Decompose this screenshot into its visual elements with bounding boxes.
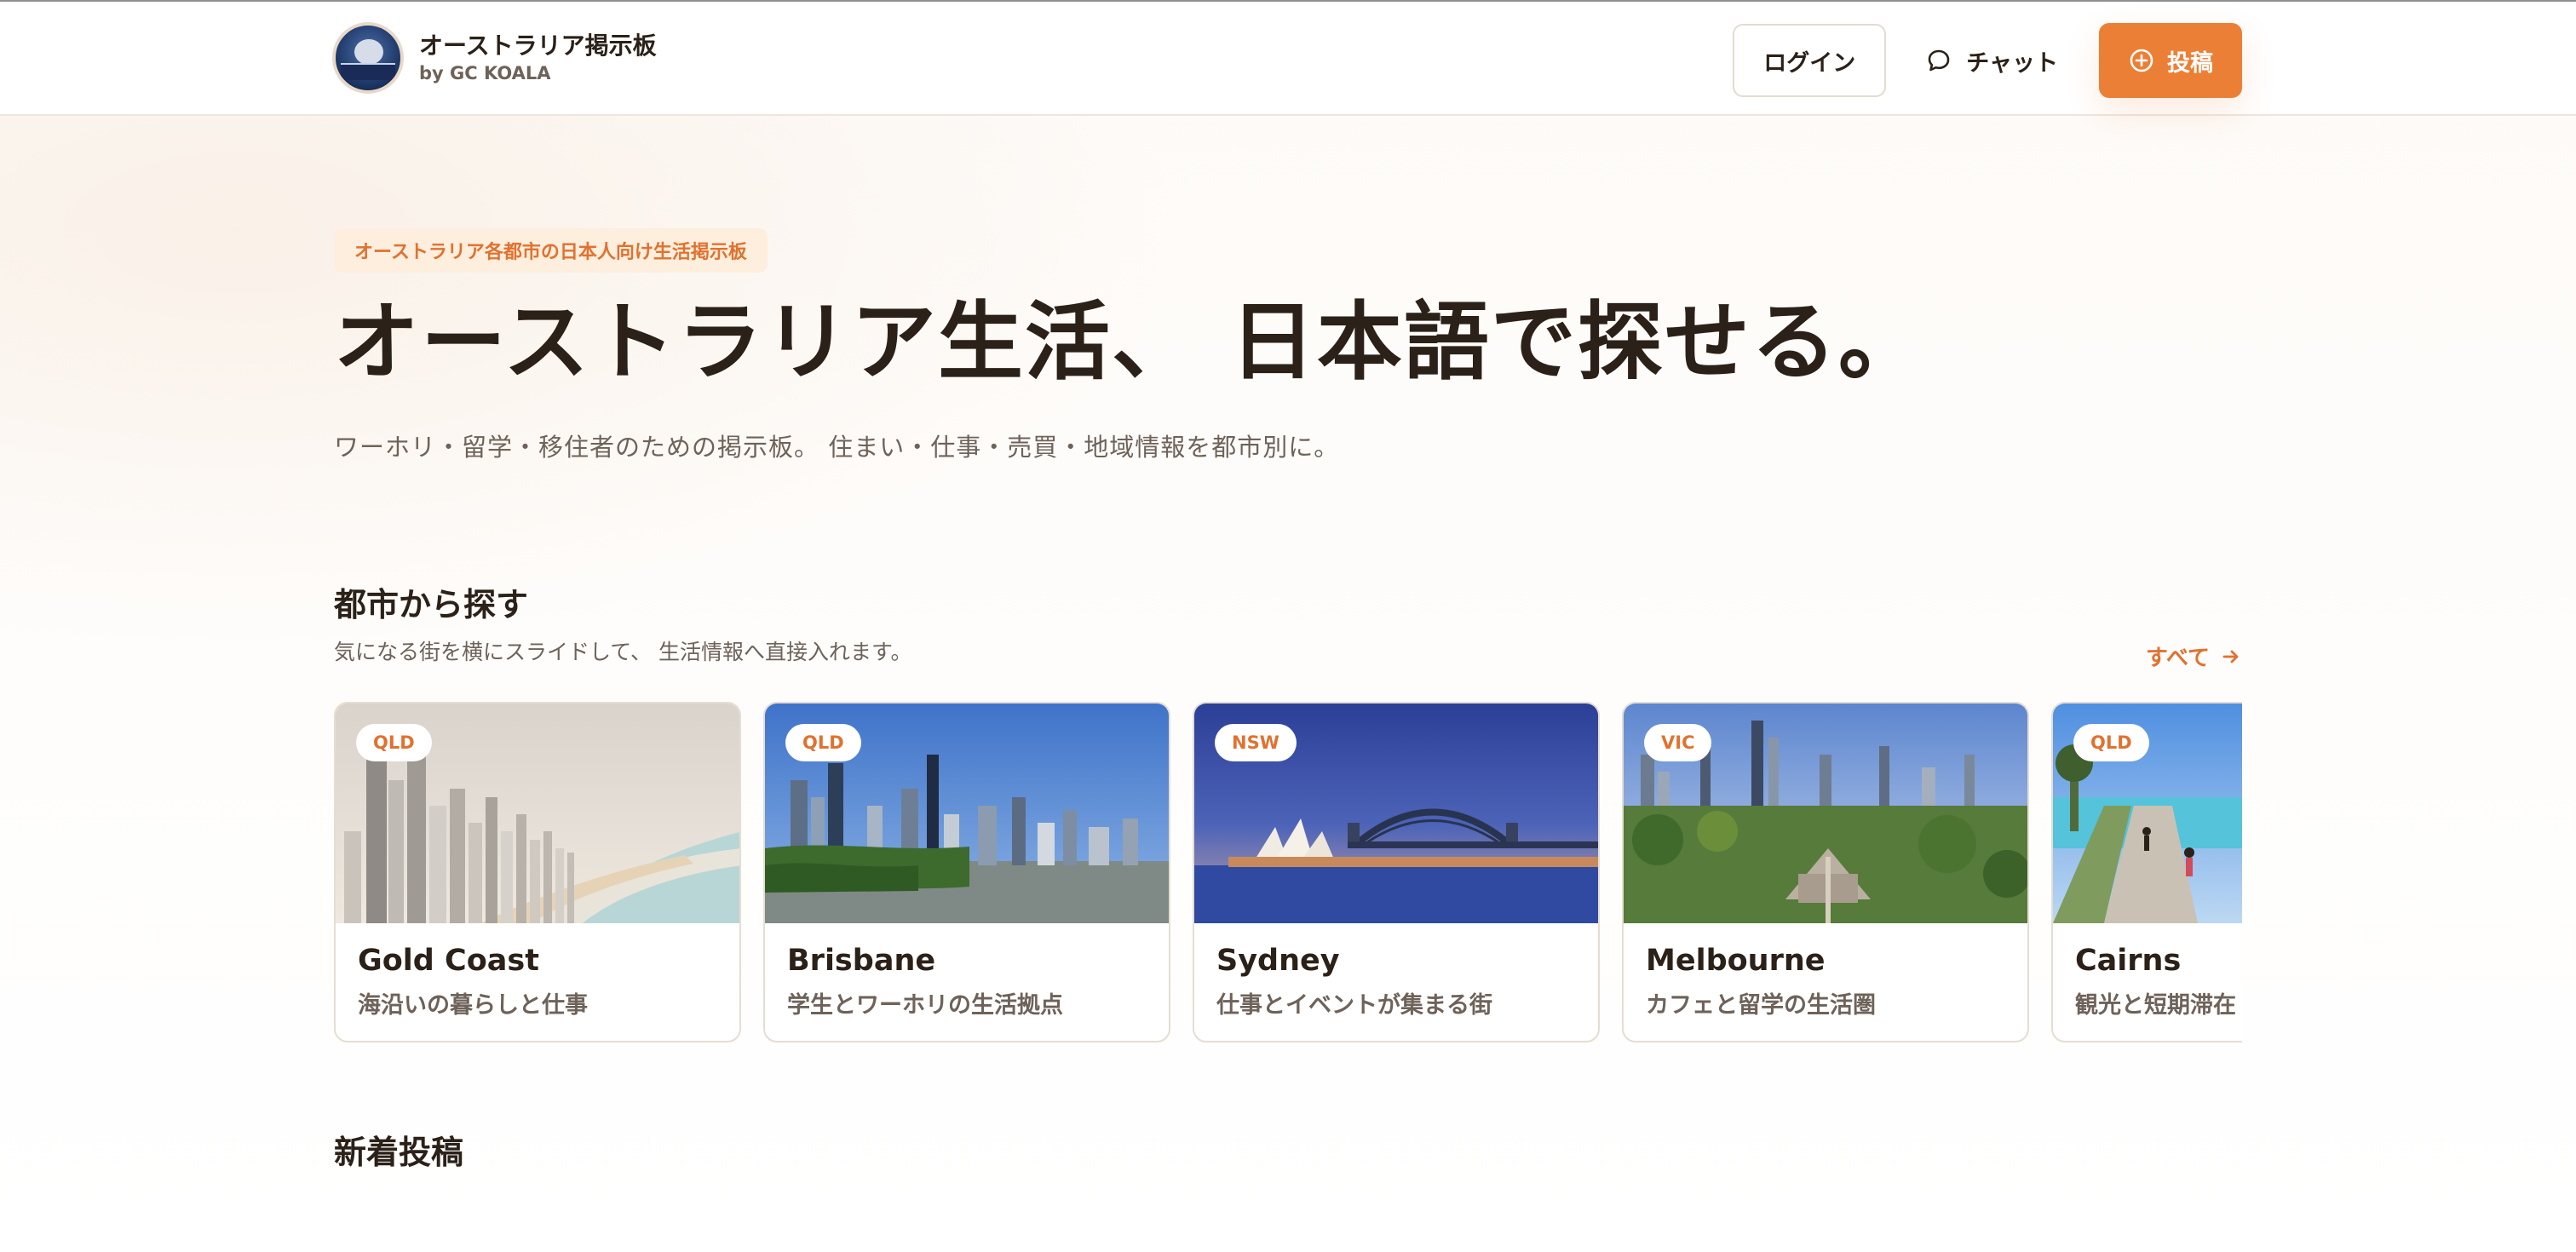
- logo-band: [341, 63, 395, 80]
- state-badge: QLD: [785, 724, 861, 761]
- state-badge: QLD: [356, 724, 432, 761]
- page: オーストラリア掲示板 by GC KOALA ログイン チャット 投稿 オースト…: [0, 0, 2576, 1252]
- plus-circle-icon: [2130, 49, 2153, 72]
- hero: オーストラリア各都市の日本人向け生活掲示板 オーストラリア生活、 日本語で探せる…: [334, 228, 1925, 463]
- city-card-body: Cairns 観光と短期滞在: [2053, 923, 2242, 1038]
- state-badge: NSW: [1215, 724, 1297, 761]
- see-all-label: すべて: [2145, 646, 2210, 671]
- city-photo-cairns: QLD: [2053, 704, 2242, 923]
- see-all-link[interactable]: すべて: [2146, 640, 2242, 672]
- chat-button[interactable]: チャット: [1925, 44, 2058, 78]
- brand-text: オーストラリア掲示板 by GC KOALA: [419, 31, 657, 85]
- city-card-list: QLD Gold Coast 海沿いの暮らしと仕事 QLD Brisbane 学…: [334, 702, 2242, 1042]
- city-description: 観光と短期滞在: [2075, 992, 2236, 1019]
- city-photo-gold-coast: QLD: [336, 704, 739, 923]
- city-description: 仕事とイベントが集まる街: [1216, 992, 1492, 1019]
- city-name: Gold Coast: [358, 944, 539, 978]
- city-card-brisbane[interactable]: QLD Brisbane 学生とワーホリの生活拠点: [763, 702, 1170, 1042]
- state-badge: VIC: [1644, 724, 1712, 761]
- latest-posts-title: 新着投稿: [334, 1134, 464, 1171]
- city-card-melbourne[interactable]: VIC Melbourne カフェと留学の生活圏: [1622, 702, 2029, 1042]
- arrow-right-icon: [2222, 650, 2239, 663]
- city-description: 海沿いの暮らしと仕事: [358, 992, 588, 1019]
- state-badge: QLD: [2073, 724, 2149, 761]
- city-carousel[interactable]: QLD Gold Coast 海沿いの暮らしと仕事 QLD Brisbane 学…: [334, 702, 2242, 1042]
- koala-logo-icon: [354, 39, 383, 65]
- city-photo-melbourne: VIC: [1624, 704, 2027, 923]
- city-name: Cairns: [2075, 944, 2182, 978]
- city-card-body: Sydney 仕事とイベントが集まる街: [1194, 923, 1598, 1038]
- city-card-body: Gold Coast 海沿いの暮らしと仕事: [336, 923, 739, 1038]
- city-photo-sydney: NSW: [1194, 704, 1598, 923]
- post-button[interactable]: 投稿: [2099, 23, 2242, 98]
- city-description: 学生とワーホリの生活拠点: [787, 992, 1063, 1019]
- hero-badge: オーストラリア各都市の日本人向け生活掲示板: [334, 228, 768, 273]
- city-card-gold-coast[interactable]: QLD Gold Coast 海沿いの暮らしと仕事: [334, 702, 741, 1042]
- city-card-cairns[interactable]: QLD Cairns 観光と短期滞在: [2051, 702, 2242, 1042]
- post-label: 投稿: [2167, 49, 2213, 77]
- city-description: カフェと留学の生活圏: [1646, 992, 1876, 1019]
- login-button[interactable]: ログイン: [1733, 24, 1887, 97]
- city-card-body: Brisbane 学生とワーホリの生活拠点: [765, 923, 1169, 1038]
- header-nav: ログイン チャット 投稿: [1733, 22, 2242, 99]
- city-name: Brisbane: [787, 944, 936, 978]
- city-section-subtitle: 気になる街を横にスライドして、 生活情報へ直接入れます。: [334, 640, 912, 664]
- city-section-header: 都市から探す 気になる街を横にスライドして、 生活情報へ直接入れます。 すべて: [334, 584, 2242, 671]
- brand-link[interactable]: オーストラリア掲示板 by GC KOALA: [332, 22, 657, 94]
- hero-title: オーストラリア生活、 日本語で探せる。: [334, 292, 1925, 392]
- chat-label: チャット: [1966, 49, 2058, 77]
- city-photo-brisbane: QLD: [765, 704, 1169, 923]
- chat-bubble-icon: [1928, 49, 1950, 72]
- top-header: オーストラリア掲示板 by GC KOALA ログイン チャット 投稿: [0, 0, 2576, 116]
- site-subtitle: by GC KOALA: [419, 63, 551, 83]
- city-card-body: Melbourne カフェと留学の生活圏: [1624, 923, 2027, 1038]
- site-title: オーストラリア掲示板: [419, 32, 657, 60]
- city-section-title: 都市から探す: [334, 586, 529, 623]
- site-logo: [332, 22, 404, 94]
- city-card-sydney[interactable]: NSW Sydney 仕事とイベントが集まる街: [1193, 702, 1600, 1042]
- hero-subtitle: ワーホリ・留学・移住者のための掲示板。 住まい・仕事・売買・地域情報を都市別に。: [334, 433, 1340, 462]
- city-name: Melbourne: [1646, 944, 1826, 978]
- city-name: Sydney: [1216, 944, 1340, 978]
